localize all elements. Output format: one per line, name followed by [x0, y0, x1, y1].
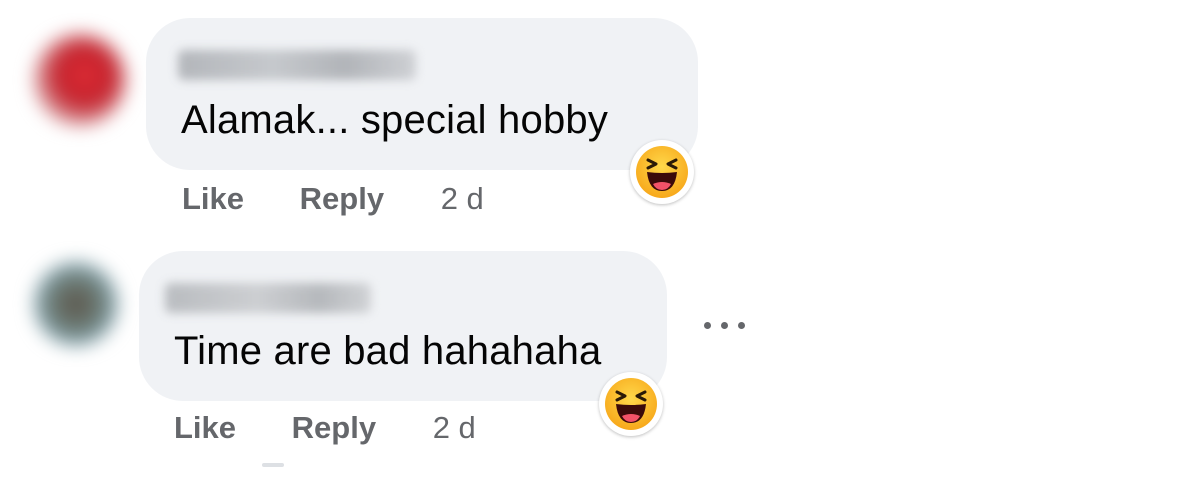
comment-actions: Like Reply 2 d: [174, 411, 476, 445]
more-options-button[interactable]: [703, 314, 747, 336]
comment-bubble: Time are bad hahahaha: [139, 251, 667, 401]
more-dot: [721, 322, 728, 329]
avatar[interactable]: [34, 262, 118, 346]
more-horizontal-icon: [704, 322, 711, 329]
divider: [262, 463, 284, 467]
comment-text: Time are bad hahahaha: [174, 329, 602, 373]
like-button[interactable]: Like: [174, 411, 236, 445]
reaction-badge[interactable]: [599, 372, 663, 436]
comment-2: Time are bad hahahaha Like Reply 2 d: [0, 0, 1191, 477]
author-name-redacted[interactable]: [165, 283, 371, 313]
reply-button[interactable]: Reply: [292, 411, 376, 445]
timestamp[interactable]: 2 d: [433, 411, 476, 445]
more-dot: [738, 322, 745, 329]
laughing-emoji-icon: [605, 378, 657, 430]
